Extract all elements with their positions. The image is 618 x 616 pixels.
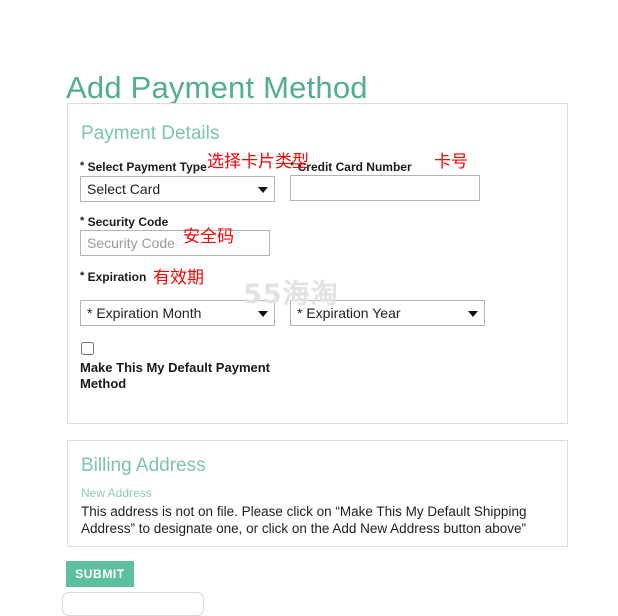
bottom-partial-container <box>62 592 204 616</box>
default-payment-method-label[interactable]: Make This My Default Payment Method <box>80 360 275 392</box>
label-expiration: * Expiration <box>80 270 146 285</box>
billing-address-heading: Billing Address <box>81 455 206 476</box>
label-text-payment-type: Select Payment Type <box>87 160 207 174</box>
payment-details-panel: Payment Details * Select Payment Type Se… <box>67 103 568 424</box>
security-code-input[interactable] <box>80 230 270 256</box>
label-text-card-number: Credit Card Number <box>297 160 412 174</box>
page-root: Add Payment Method Payment Details * Sel… <box>0 0 618 616</box>
credit-card-number-input[interactable] <box>290 175 480 201</box>
required-marker-card-number: * <box>290 160 295 172</box>
page-title: Add Payment Method <box>66 69 368 105</box>
submit-button[interactable]: SUBMIT <box>66 561 134 587</box>
default-payment-method-checkbox[interactable] <box>81 342 94 355</box>
label-text-expiration: Expiration <box>87 270 147 284</box>
billing-address-panel: Billing Address New Address This address… <box>67 440 568 547</box>
select-expiration-month-wrapper: * Expiration Month <box>80 300 275 326</box>
required-marker-security-code: * <box>80 215 85 227</box>
label-select-payment-type: * Select Payment Type <box>80 160 207 175</box>
billing-address-message: This address is not on file. Please clic… <box>81 504 527 536</box>
required-marker-expiration: * <box>80 270 85 282</box>
select-expiration-year[interactable]: * Expiration Year <box>290 300 485 326</box>
required-marker-payment-type: * <box>80 160 85 172</box>
select-expiration-year-wrapper: * Expiration Year <box>290 300 485 326</box>
select-payment-type-wrapper: Select Card <box>80 176 275 202</box>
label-security-code: * Security Code <box>80 215 168 230</box>
select-payment-type[interactable]: Select Card <box>80 176 275 202</box>
payment-details-heading: Payment Details <box>81 123 220 144</box>
billing-new-address-subheading: New Address <box>81 486 152 500</box>
label-text-security-code: Security Code <box>87 215 169 229</box>
select-expiration-month[interactable]: * Expiration Month <box>80 300 275 326</box>
label-credit-card-number: * Credit Card Number <box>290 160 412 175</box>
